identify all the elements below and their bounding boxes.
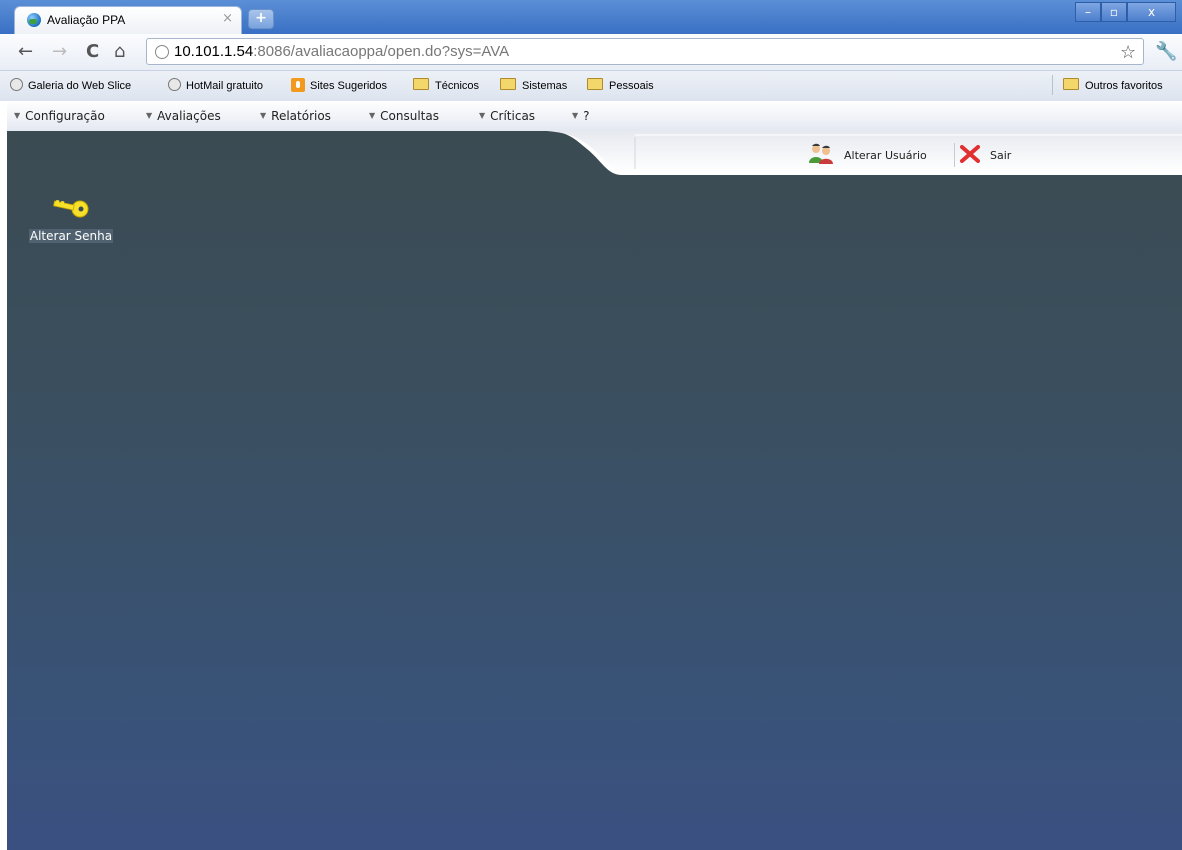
back-arrow-icon[interactable]: ← [18, 42, 33, 62]
menu-configuracao[interactable]: ▼ Configuração [14, 109, 105, 123]
bookmark-folder-tecnicos[interactable]: Técnicos [413, 78, 479, 92]
bookmark-label: Galeria do Web Slice [28, 80, 132, 92]
reload-icon[interactable]: C [86, 42, 99, 62]
menu-label: Críticas [490, 109, 536, 123]
globe-icon [10, 78, 23, 91]
dropdown-arrow-icon: ▼ [572, 111, 579, 120]
bookmark-label: HotMail gratuito [186, 80, 264, 92]
globe-favicon-icon [27, 13, 41, 27]
menu-help[interactable]: ▼? [572, 109, 590, 123]
dropdown-arrow-icon: ▼ [479, 111, 486, 120]
menu-label: ? [583, 109, 590, 123]
new-tab-button[interactable]: + [248, 9, 274, 29]
globe-icon [168, 78, 181, 91]
folder-icon [1063, 78, 1079, 90]
desktop-area: Alterar Usuário Sair Alterar Senha [7, 131, 1182, 850]
minimize-button[interactable]: – [1075, 2, 1101, 22]
menu-criticas[interactable]: ▼ Críticas [479, 109, 535, 123]
logout-link[interactable]: Sair [990, 149, 1011, 162]
browser-tab[interactable]: Avaliação PPA × [14, 6, 242, 34]
forward-arrow-icon[interactable]: → [52, 42, 67, 62]
close-window-button[interactable]: x [1127, 2, 1176, 22]
folder-icon [413, 78, 429, 90]
folder-icon [587, 78, 603, 90]
page-info-icon[interactable] [155, 45, 169, 59]
bookmark-star-icon[interactable]: ☆ [1120, 42, 1136, 63]
dropdown-arrow-icon: ▼ [146, 111, 153, 120]
menu-label: Avaliações [157, 109, 221, 123]
dropdown-arrow-icon: ▼ [14, 111, 21, 120]
bookmark-folder-pessoais[interactable]: Pessoais [587, 78, 654, 92]
url-path: :8086/avaliacaoppa/open.do?sys=AVA [253, 43, 510, 60]
bookmark-label: Sites Sugeridos [310, 80, 388, 92]
bookmark-label: Sistemas [522, 80, 568, 92]
change-password-shortcut[interactable]: Alterar Senha [21, 197, 121, 244]
wrench-menu-icon[interactable]: 🔧 [1155, 41, 1177, 62]
address-bar[interactable]: 10.101.1.54:8086/avaliacaoppa/open.do?sy… [146, 38, 1144, 65]
dropdown-arrow-icon: ▼ [260, 111, 267, 120]
bookmark-sites-sugeridos[interactable]: Sites Sugeridos [291, 78, 387, 92]
suggested-sites-icon [291, 78, 305, 92]
tab-close-icon[interactable]: × [222, 11, 233, 26]
home-icon[interactable]: ⌂ [114, 42, 125, 62]
bookmarks-divider [1052, 75, 1053, 95]
key-icon [53, 199, 89, 218]
url-host: 10.101.1.54 [174, 43, 254, 60]
menu-relatorios[interactable]: ▼ Relatórios [260, 109, 331, 123]
browser-title-bar: Avaliação PPA × + – ▫ x [0, 0, 1182, 34]
bookmarks-bar: Galeria do Web Slice HotMail gratuito Si… [0, 71, 1182, 102]
change-password-label[interactable]: Alterar Senha [28, 229, 114, 243]
menu-label: Relatórios [271, 109, 331, 123]
menu-avaliacoes[interactable]: ▼ Avaliações [146, 109, 221, 123]
left-border [0, 101, 7, 850]
bookmark-hotmail[interactable]: HotMail gratuito [168, 78, 263, 92]
app-menu-bar: ▼ Configuração ▼ Avaliações ▼ Relatórios ▼ C… [0, 101, 1182, 131]
browser-toolbar: ← → C ⌂ 10.101.1.54:8086/avaliacaoppa/op… [0, 34, 1182, 71]
menu-label: Configuração [25, 109, 105, 123]
address-url: 10.101.1.54:8086/avaliacaoppa/open.do?sy… [174, 43, 509, 60]
tab-title: Avaliação PPA [47, 13, 126, 27]
folder-icon [500, 78, 516, 90]
logout-x-icon[interactable] [960, 145, 980, 163]
maximize-button[interactable]: ▫ [1101, 2, 1127, 22]
bookmark-other-favorites[interactable]: Outros favoritos [1063, 78, 1163, 92]
menu-consultas[interactable]: ▼ Consultas [369, 109, 439, 123]
change-user-link[interactable]: Alterar Usuário [844, 149, 927, 162]
bookmark-folder-sistemas[interactable]: Sistemas [500, 78, 567, 92]
change-user-icon[interactable] [808, 143, 834, 165]
menu-label: Consultas [380, 109, 439, 123]
bookmark-label: Outros favoritos [1085, 80, 1163, 92]
bookmark-label: Técnicos [435, 80, 480, 92]
bookmark-galeria[interactable]: Galeria do Web Slice [10, 78, 131, 92]
dropdown-arrow-icon: ▼ [369, 111, 376, 120]
user-actions-divider [954, 143, 955, 167]
bookmark-label: Pessoais [609, 80, 654, 92]
